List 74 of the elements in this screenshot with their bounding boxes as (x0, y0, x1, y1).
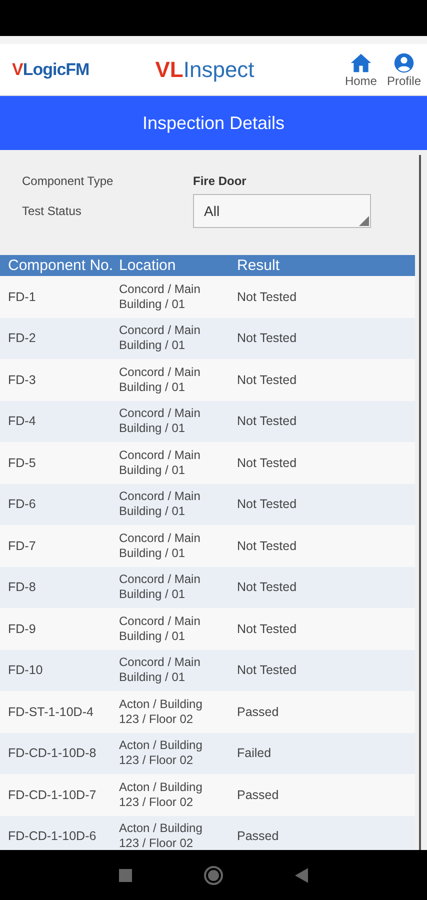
component-number: FD-8 (7, 580, 37, 594)
result-text: Not Tested (237, 331, 298, 346)
location-text: Concord / Main Building / 01 (119, 530, 202, 561)
result-text: Passed (237, 829, 280, 844)
result-text: Not Tested (237, 622, 298, 636)
profile-button[interactable]: Profile (386, 52, 421, 88)
result-text: Not Tested (237, 456, 298, 470)
location-text: Concord / Main Building / 01 (119, 448, 202, 478)
location-text: Acton / Building 123 / Floor 02 (119, 780, 204, 810)
table-row[interactable]: FD-5 Concord / Main Building / 01 Not Tested (0, 442, 415, 484)
result-text: Not Tested (237, 414, 298, 428)
component-number: FD-5 (7, 456, 37, 470)
table-row[interactable]: FD-CD-1-10D-8 Acton / Building 123 / Floor 02 Failed (0, 732, 415, 774)
table-row[interactable]: FD-CD-1-10D-7 Acton / Building 123 / Floor 02 Passed (0, 774, 415, 816)
location-text: Acton / Building 123 / Floor 02 (119, 821, 204, 850)
page-title: Inspection Details (142, 112, 285, 134)
table-row[interactable]: FD-ST-1-10D-4 Acton / Building 123 / Floor 02 Passed (0, 691, 415, 732)
result-text: Passed (237, 704, 280, 719)
component-number: FD-9 (7, 622, 37, 636)
location-text: Concord / Main Building / 01 (119, 364, 202, 395)
test-status-dropdown[interactable]: All (193, 194, 371, 228)
table-row[interactable]: FD-7 Concord / Main Building / 01 Not Tested (0, 525, 415, 566)
component-number: FD-3 (7, 372, 37, 387)
home-button[interactable]: Home (344, 52, 377, 88)
home-circle-icon[interactable] (204, 866, 223, 884)
location-text: Concord / Main Building / 01 (119, 323, 202, 354)
result-text: Not Tested (237, 663, 298, 678)
column-header: Location (119, 257, 177, 274)
component-number: FD-7 (7, 538, 37, 553)
table-row[interactable]: FD-CD-1-10D-6 Acton / Building 123 / Floor 02 Passed (0, 816, 415, 850)
table-row[interactable]: FD-9 Concord / Main Building / 01 Not Tested (0, 608, 415, 650)
component-number: FD-2 (7, 331, 37, 346)
filter-label: Component Type (22, 174, 114, 188)
component-number: FD-CD-1-10D-8 (7, 746, 98, 760)
home-icon (350, 52, 372, 74)
component-number: FD-4 (7, 414, 37, 428)
result-text: Not Tested (237, 372, 298, 387)
result-text: Failed (237, 746, 272, 760)
column-header: Component No. (7, 257, 114, 274)
component-number: FD-ST-1-10D-4 (7, 704, 94, 719)
filter-label: Test Status (22, 204, 82, 218)
location-text: Concord / Main Building / 01 (119, 406, 202, 436)
result-text: Passed (237, 788, 280, 802)
table-row[interactable]: FD-2 Concord / Main Building / 01 Not Tested (0, 318, 415, 359)
person-icon (392, 52, 415, 74)
table-row[interactable]: FD-4 Concord / Main Building / 01 Not Tested (0, 400, 415, 442)
result-text: Not Tested (237, 290, 298, 304)
location-text: Acton / Building 123 / Floor 02 (119, 696, 204, 727)
location-text: Concord / Main Building / 01 (119, 282, 202, 312)
component-number: FD-CD-1-10D-6 (7, 829, 98, 844)
brand-logo: VLogicFM (12, 60, 90, 80)
dropdown-corner-icon (359, 216, 369, 226)
table-row[interactable]: FD-1 Concord / Main Building / 01 Not Tested (0, 276, 415, 318)
table-row[interactable]: FD-10 Concord / Main Building / 01 Not Tested (0, 650, 415, 691)
component-number: FD-CD-1-10D-7 (7, 788, 98, 802)
location-text: Concord / Main Building / 01 (119, 489, 202, 520)
result-text: Not Tested (237, 538, 298, 553)
table-row[interactable]: FD-6 Concord / Main Building / 01 Not Tested (0, 484, 415, 525)
column-header: Result (237, 257, 281, 274)
result-text: Not Tested (237, 497, 298, 512)
location-text: Acton / Building 123 / Floor 02 (119, 738, 204, 768)
component-number: FD-1 (7, 290, 37, 304)
table-row[interactable]: FD-3 Concord / Main Building / 01 Not Tested (0, 359, 415, 400)
table-row[interactable]: FD-8 Concord / Main Building / 01 Not Tested (0, 566, 415, 608)
component-type-value: Fire Door (193, 174, 246, 188)
recents-icon[interactable] (119, 868, 132, 882)
result-text: Not Tested (237, 580, 298, 594)
location-text: Concord / Main Building / 01 (119, 655, 202, 686)
component-number: FD-6 (7, 497, 37, 512)
app-logo: VLInspect (155, 56, 254, 82)
location-text: Concord / Main Building / 01 (119, 614, 202, 644)
component-number: FD-10 (7, 663, 44, 678)
location-text: Concord / Main Building / 01 (119, 572, 202, 602)
back-icon[interactable] (295, 868, 308, 882)
